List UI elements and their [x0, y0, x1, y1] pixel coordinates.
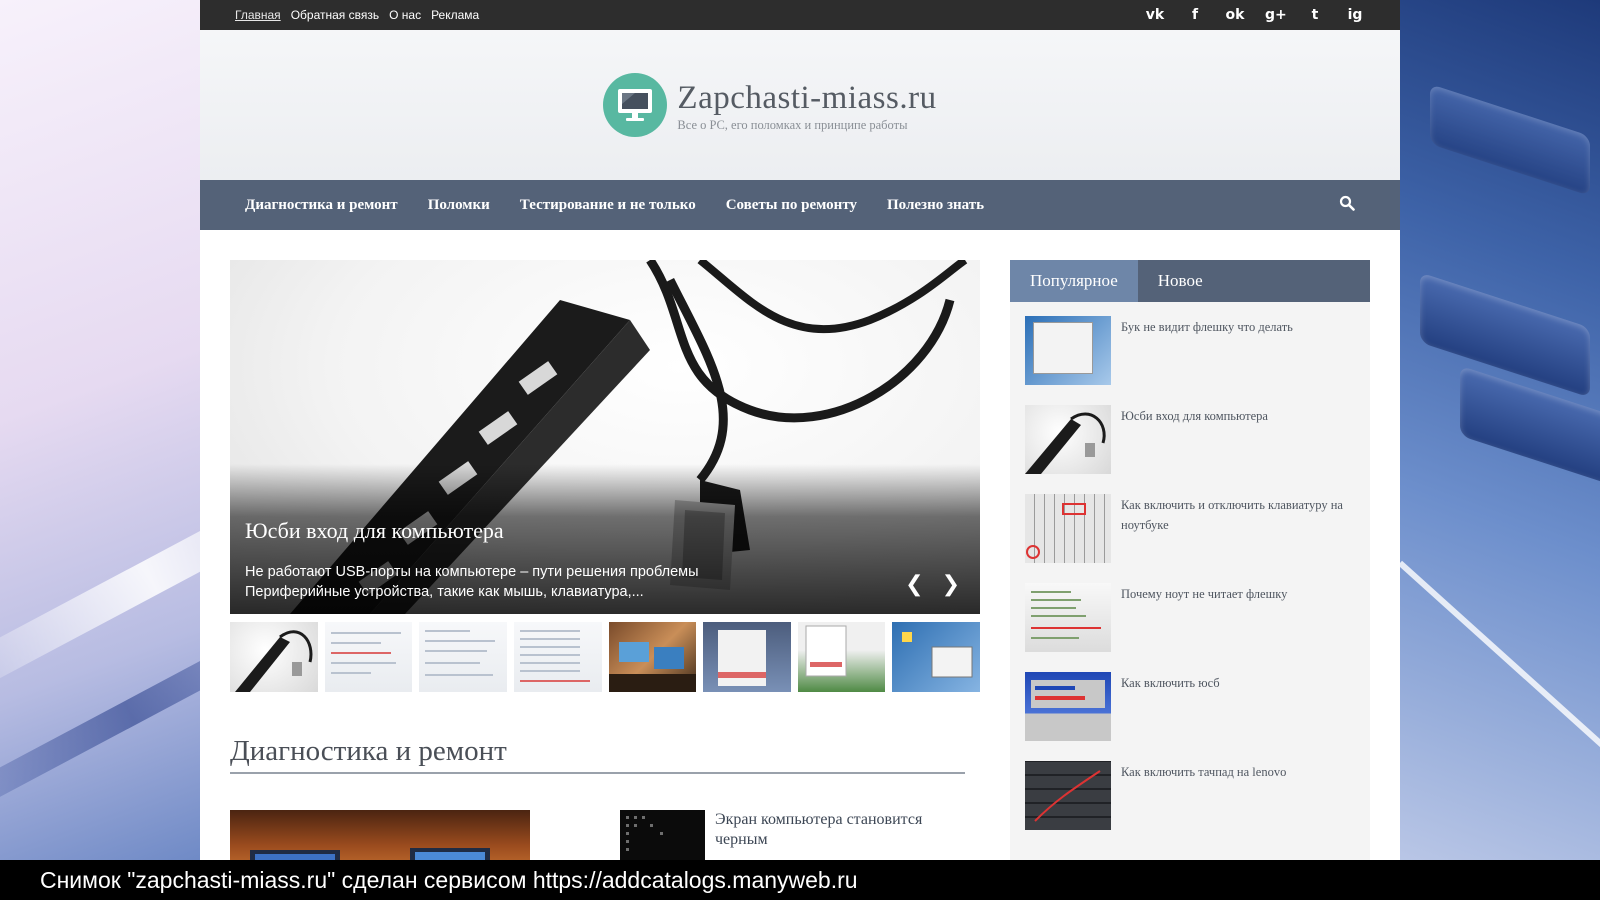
top-links: Главная Обратная связь О нас Реклама [235, 8, 479, 22]
post-thumbnail [1025, 405, 1111, 474]
screenshot-caption: Снимок "zapchasti-miass.ru" сделан серви… [0, 860, 1600, 900]
background-right [1400, 0, 1600, 860]
list-item[interactable]: Как включить и отключить клавиатуру на н… [1025, 494, 1355, 583]
top-link-feedback[interactable]: Обратная связь [291, 8, 379, 22]
slider-thumbnails [230, 622, 980, 692]
google-plus-icon[interactable]: g+ [1265, 7, 1287, 23]
post-thumbnail [1025, 583, 1111, 652]
slider-thumbnail[interactable] [608, 622, 697, 692]
search-icon[interactable] [1339, 195, 1355, 216]
nav-item-diagnostics[interactable]: Диагностика и ремонт [245, 197, 398, 214]
top-bar: Главная Обратная связь О нас Реклама vk … [200, 0, 1400, 30]
tab-popular[interactable]: Популярное [1010, 260, 1138, 302]
post-title[interactable]: Экран компьютера становится черным [715, 810, 975, 850]
nav-item-testing[interactable]: Тестирование и не только [520, 197, 696, 214]
facebook-icon[interactable]: f [1185, 7, 1205, 23]
vk-icon[interactable]: vk [1145, 7, 1165, 23]
list-item[interactable]: Бук не видит флешку что делать [1025, 316, 1355, 405]
slider-thumbnail[interactable] [892, 622, 980, 692]
site-tagline: Все о PC, его поломках и принципе работы [677, 117, 908, 132]
social-links: vk f ok g+ t ig [1145, 7, 1365, 23]
main-navigation: Диагностика и ремонт Поломки Тестировани… [200, 180, 1400, 230]
popular-list: Бук не видит флешку что делать Юсби вход… [1010, 302, 1370, 850]
list-item[interactable]: Почему ноут не читает флешку [1025, 583, 1355, 672]
monitor-icon [603, 73, 668, 137]
site-logo[interactable]: Zapchasti-miass.ru Все о PC, его поломка… [603, 73, 936, 137]
post-thumbnail [1025, 672, 1111, 741]
tab-new[interactable]: Новое [1138, 260, 1223, 302]
top-link-ads[interactable]: Реклама [431, 8, 479, 22]
slider-thumbnail[interactable] [419, 622, 507, 692]
list-item[interactable]: Юсби вход для компьютера [1025, 405, 1355, 494]
nav-item-breakdowns[interactable]: Поломки [428, 197, 490, 214]
site-title: Zapchasti-miass.ru [677, 79, 937, 116]
nav-item-repair-tips[interactable]: Советы по ремонту [726, 197, 857, 214]
top-link-about[interactable]: О нас [389, 8, 421, 22]
post-image[interactable] [620, 810, 705, 860]
post-thumbnail [1025, 316, 1111, 385]
slider-arrows: ❮ ❯ [905, 572, 960, 597]
sidebar: Популярное Новое Бук не видит флешку что… [1010, 260, 1370, 860]
instagram-icon[interactable]: ig [1345, 7, 1365, 23]
slider-description: Не работают USB-порты на компьютере – пу… [245, 564, 699, 600]
chevron-left-icon[interactable]: ❮ [905, 572, 923, 597]
featured-slider[interactable]: Юсби вход для компьютера Не работают USB… [230, 260, 980, 614]
slider-thumbnail[interactable] [513, 622, 602, 692]
post-image[interactable] [230, 810, 530, 860]
background-left [0, 0, 200, 860]
slider-thumbnail[interactable] [703, 622, 791, 692]
site-header: Zapchasti-miass.ru Все о PC, его поломка… [200, 30, 1400, 180]
nav-item-useful[interactable]: Полезно знать [887, 197, 984, 214]
post-thumbnail [1025, 494, 1111, 563]
odnoklassniki-icon[interactable]: ok [1225, 7, 1245, 23]
list-item[interactable]: Как включить тачпад на lenovo [1025, 761, 1355, 850]
slider-thumbnail[interactable] [797, 622, 886, 692]
sidebar-tabs: Популярное Новое [1010, 260, 1370, 302]
slider-thumbnail[interactable] [324, 622, 413, 692]
top-link-home[interactable]: Главная [235, 8, 281, 22]
chevron-right-icon[interactable]: ❯ [942, 572, 960, 597]
twitter-icon[interactable]: t [1305, 7, 1325, 23]
slider-title[interactable]: Юсби вход для компьютера [245, 518, 504, 544]
section-title[interactable]: Диагностика и ремонт [230, 735, 965, 774]
post-thumbnail [1025, 761, 1111, 830]
list-item[interactable]: Как включить юсб [1025, 672, 1355, 761]
website-page: Главная Обратная связь О нас Реклама vk … [200, 0, 1400, 860]
slider-thumbnail[interactable] [230, 622, 318, 692]
